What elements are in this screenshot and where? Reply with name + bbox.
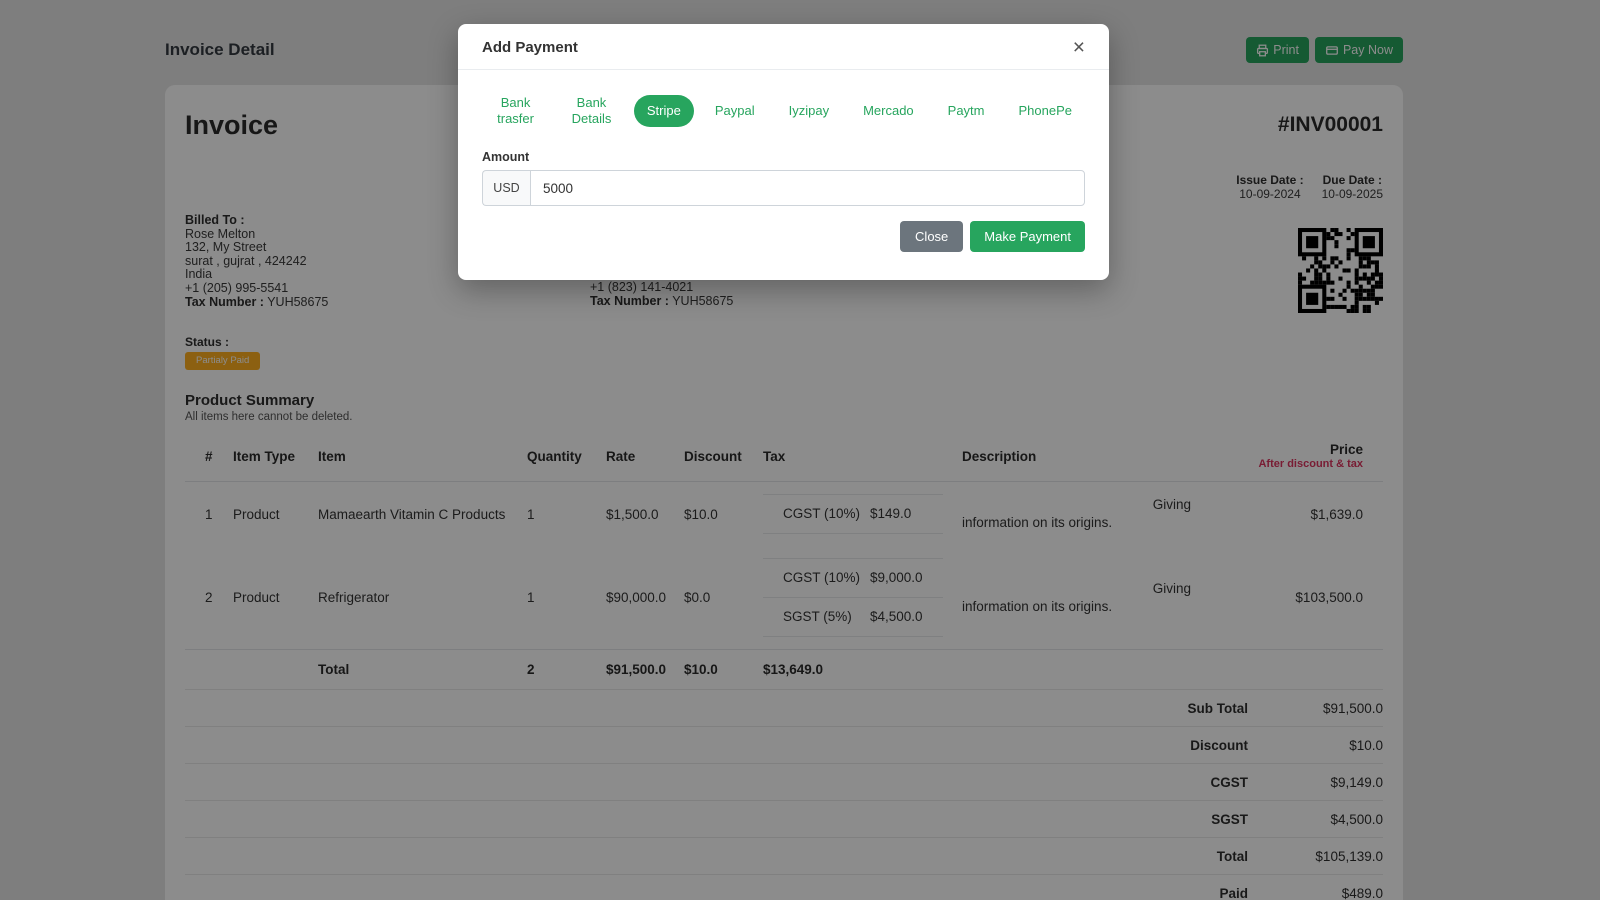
tab-stripe[interactable]: Stripe	[633, 95, 694, 127]
tab-bank-details[interactable]: Bank Details	[557, 87, 626, 135]
tab-mercado[interactable]: Mercado	[850, 95, 927, 127]
modal-title: Add Payment	[482, 39, 578, 56]
tab-paypal[interactable]: Paypal	[702, 95, 768, 127]
tab-phonepe[interactable]: PhonePe	[1006, 95, 1086, 127]
amount-label: Amount	[482, 150, 530, 164]
tab-bank-transfer[interactable]: Bank trasfer	[482, 87, 549, 135]
currency-addon: USD	[482, 170, 530, 206]
amount-input[interactable]	[530, 170, 1085, 206]
payment-method-tabs: Bank trasfer Bank Details Stripe Paypal …	[482, 87, 1085, 135]
invoice-detail-page: Invoice Detail Print Pay Now Invoice #IN…	[0, 0, 1600, 900]
close-icon[interactable]: ×	[1073, 37, 1085, 58]
make-payment-button[interactable]: Make Payment	[970, 221, 1085, 252]
add-payment-modal: Add Payment × Bank trasfer Bank Details …	[458, 24, 1109, 280]
tab-paytm[interactable]: Paytm	[935, 95, 998, 127]
close-button[interactable]: Close	[900, 221, 964, 252]
tab-iyzipay[interactable]: Iyzipay	[776, 95, 842, 127]
